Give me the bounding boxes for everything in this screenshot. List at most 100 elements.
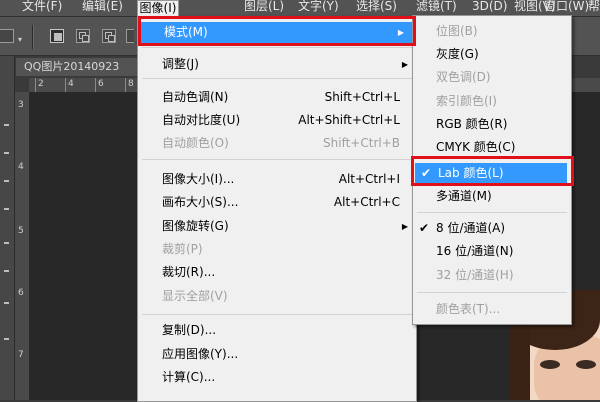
menu-item-label: 多通道(M) [436,189,492,203]
tool-icon[interactable] [4,270,9,272]
document-tab[interactable]: QQ图片20140923 [16,58,156,76]
menu-item-label: 自动色调(N) [162,90,229,104]
menu-filter[interactable]: 滤镜(T) [416,0,457,14]
menu-item-grayscale[interactable]: 灰度(G) [413,44,571,65]
tool-icon[interactable] [4,152,9,154]
menu-separator [142,47,412,48]
menu-window[interactable]: 窗口(W) [544,0,589,14]
add-to-selection-icon[interactable] [76,29,90,43]
menu-item-color-table: 颜色表(T)... [413,299,571,320]
ruler-label: 4 [68,79,74,89]
menu-item-crop: 裁剪(P) [138,239,416,260]
menu-3d[interactable]: 3D(D) [472,0,507,14]
ruler-label: 8 [128,79,134,89]
tool-icon[interactable] [4,208,9,210]
menu-item-label: 双色调(D) [436,70,491,84]
menu-select[interactable]: 选择(S) [356,0,397,14]
menu-item-label: 计算(C)... [162,370,216,384]
tool-icon[interactable] [4,302,9,304]
menu-separator [417,212,567,213]
options-separator [32,25,34,49]
menu-item-label: 应用图像(Y)... [162,347,239,361]
menu-item-label: 16 位/通道(N) [436,244,514,258]
menu-item-lab-color[interactable]: ✔ Lab 颜色(L) [415,163,567,185]
menu-item-label: 画布大小(S)... [162,195,239,209]
menu-separator [417,292,567,293]
intersect-selection-icon[interactable] [126,29,134,43]
menu-item-label: 模式(M) [164,25,208,39]
menu-item-image-size[interactable]: 图像大小(I)... Alt+Ctrl+I [138,169,416,190]
menu-separator [142,314,412,315]
menu-type[interactable]: 文字(Y) [298,0,339,14]
ruler-label: 7 [18,350,24,360]
menu-item-label: RGB 颜色(R) [436,117,508,131]
menu-item-duplicate[interactable]: 复制(D)... [138,320,416,341]
menu-item-image-rotation[interactable]: 图像旋转(G) ▶ [138,216,416,237]
tools-panel [0,56,15,400]
new-selection-icon[interactable] [50,29,64,43]
image-menu-dropdown: 模式(M) ▶ 调整(J) ▶ 自动色调(N) Shift+Ctrl+L 自动对… [137,16,417,402]
subtract-selection-icon[interactable] [102,29,116,43]
tool-icon[interactable] [4,242,9,244]
ruler-label: 6 [18,288,24,298]
menu-item-label: 8 位/通道(A) [436,221,506,235]
tool-icon[interactable] [4,124,9,126]
menu-item-canvas-size[interactable]: 画布大小(S)... Alt+Ctrl+C [138,192,416,213]
menu-item-label: 调整(J) [162,57,199,71]
checkmark-icon: ✔ [419,221,430,235]
menu-item-calculations[interactable]: 计算(C)... [138,367,416,388]
menu-separator [142,159,412,160]
menu-item-label: 位图(B) [436,24,478,38]
menu-item-label: 复制(D)... [162,323,217,337]
checkmark-icon: ✔ [421,166,432,180]
menu-item-8-bit-channel[interactable]: ✔ 8 位/通道(A) [413,218,571,239]
menu-item-label: 图像大小(I)... [162,172,235,186]
menu-item-multichannel[interactable]: 多通道(M) [413,186,571,207]
tool-icon[interactable] [4,180,9,182]
menu-item-label: 裁切(R)... [162,265,216,279]
ruler-label: 2 [38,79,44,89]
tool-icon[interactable] [4,338,9,340]
shortcut-label: Alt+Ctrl+I [338,172,400,186]
menu-item-auto-color: 自动颜色(O) Shift+Ctrl+B [138,133,416,154]
menu-item-label: CMYK 颜色(C) [436,140,516,154]
shortcut-label: Alt+Ctrl+C [333,195,400,209]
menu-item-label: 裁剪(P) [162,242,203,256]
menu-item-bitmap: 位图(B) [413,21,571,42]
shortcut-label: Shift+Ctrl+B [323,136,400,150]
menu-item-apply-image[interactable]: 应用图像(Y)... [138,344,416,365]
menu-item-16-bit-channel[interactable]: 16 位/通道(N) [413,241,571,262]
menu-item-duotone: 双色调(D) [413,67,571,88]
ruler-label: 5 [18,226,24,236]
menu-image[interactable]: 图像(I) [137,0,179,17]
menu-item-label: 显示全部(V) [162,289,228,303]
menu-item-adjustments[interactable]: 调整(J) ▶ [138,54,416,75]
menu-item-rgb-color[interactable]: RGB 颜色(R) [413,114,571,135]
menu-item-label: 灰度(G) [436,47,479,61]
ruler-label: 3 [18,100,24,110]
ruler-label: 4 [18,162,24,172]
menu-edit[interactable]: 编辑(E) [82,0,123,14]
menu-help[interactable]: 帮 [588,0,600,14]
preset-dropdown-icon[interactable]: ▾ [18,35,22,44]
shortcut-label: Alt+Shift+Ctrl+L [298,113,400,127]
mode-submenu: 位图(B) 灰度(G) 双色调(D) 索引颜色(I) RGB 颜色(R) CMY… [412,15,572,325]
menu-item-mode[interactable]: 模式(M) ▶ [140,22,412,44]
menu-item-trim[interactable]: 裁切(R)... [138,262,416,283]
menu-item-cmyk-color[interactable]: CMYK 颜色(C) [413,137,571,158]
menu-item-auto-tone[interactable]: 自动色调(N) Shift+Ctrl+L [138,87,416,108]
menu-item-label: 自动颜色(O) [162,136,229,150]
submenu-arrow-icon: ▶ [397,28,404,37]
menu-item-label: 索引颜色(I) [436,94,497,108]
menu-file[interactable]: 文件(F) [22,0,62,14]
marquee-preset-icon[interactable] [0,29,14,43]
shortcut-label: Shift+Ctrl+L [324,90,400,104]
menu-item-label: 自动对比度(U) [162,113,241,127]
menu-item-auto-contrast[interactable]: 自动对比度(U) Alt+Shift+Ctrl+L [138,110,416,131]
menu-bar: 文件(F) 编辑(E) 图层(L) 文字(Y) 选择(S) 滤镜(T) 3D(D… [0,0,600,16]
menu-separator [142,78,412,79]
menu-item-label: Lab 颜色(L) [438,166,504,180]
menu-item-indexed-color: 索引颜色(I) [413,91,571,112]
menu-layer[interactable]: 图层(L) [244,0,284,14]
menu-item-32-bit-channel: 32 位/通道(H) [413,265,571,286]
